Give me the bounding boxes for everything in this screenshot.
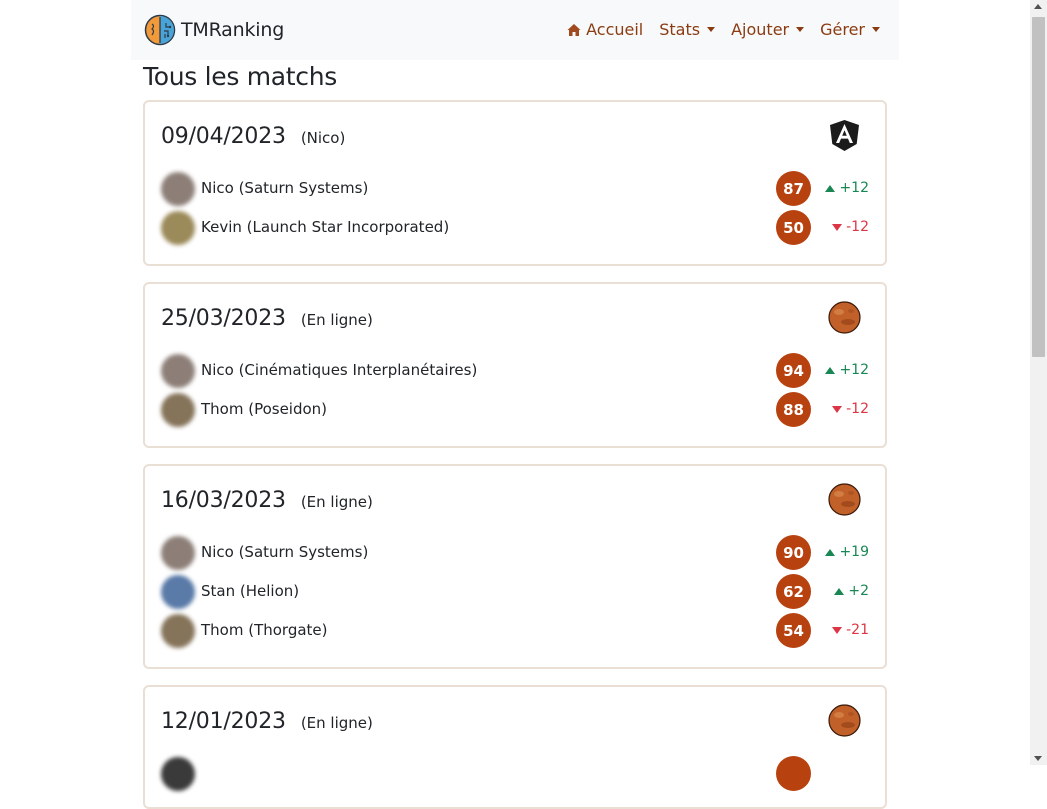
player-row: Kevin (Launch Star Incorporated) 50 -12 xyxy=(161,210,869,246)
player-row: Nico (Saturn Systems) 87 +12 xyxy=(161,171,869,207)
arrow-up-icon xyxy=(825,184,836,192)
player-name: Nico (Cinématiques Interplanétaires) xyxy=(201,361,478,379)
nav-add-label: Ajouter xyxy=(731,20,790,39)
score-badge: 94 xyxy=(776,353,811,388)
elo-delta: +12 xyxy=(817,362,869,378)
nav-stats-dropdown[interactable]: Stats xyxy=(659,20,716,39)
match-context: (Nico) xyxy=(300,129,346,147)
arrow-up-icon xyxy=(825,366,836,374)
scrollbar[interactable] xyxy=(1030,0,1047,765)
match-context: (En ligne) xyxy=(300,493,373,511)
mars-icon xyxy=(828,704,861,737)
avatar xyxy=(161,393,195,427)
nav-home-label: Accueil xyxy=(586,20,644,39)
match-header: 12/01/2023 (En ligne) xyxy=(161,709,373,734)
home-icon xyxy=(567,23,581,36)
elo-delta: -12 xyxy=(817,401,869,417)
player-row: Thom (Thorgate) 54 -21 xyxy=(161,613,869,649)
match-card[interactable]: 12/01/2023 (En ligne) xyxy=(143,685,887,809)
player-row xyxy=(161,756,869,792)
nav-manage-dropdown[interactable]: Gérer xyxy=(820,20,880,39)
match-date: 12/01/2023 xyxy=(161,709,286,734)
elo-delta: +19 xyxy=(817,544,869,560)
delta-value: -12 xyxy=(846,219,869,235)
player-name: Nico (Saturn Systems) xyxy=(201,179,369,197)
arrow-down-icon xyxy=(832,405,843,413)
player-row: Stan (Helion) 62 +2 xyxy=(161,574,869,610)
main-nav: Accueil Stats Ajouter Gérer xyxy=(567,20,880,39)
nav-add-dropdown[interactable]: Ajouter xyxy=(731,20,805,39)
player-name: Stan (Helion) xyxy=(201,582,300,600)
delta-value: +12 xyxy=(839,362,869,378)
delta-value: -21 xyxy=(846,622,869,638)
main-container: TMRanking Accueil Stats Ajouter Gérer To… xyxy=(131,0,899,809)
scroll-up-arrow-icon[interactable] xyxy=(1034,4,1042,9)
mars-icon xyxy=(828,301,861,334)
avatar xyxy=(161,172,195,206)
elo-delta: -21 xyxy=(817,622,869,638)
score-badge: 88 xyxy=(776,392,811,427)
player-row: Thom (Poseidon) 88 -12 xyxy=(161,392,869,428)
nav-home[interactable]: Accueil xyxy=(567,20,643,39)
player-name: Thom (Poseidon) xyxy=(201,400,328,418)
scroll-down-arrow-icon[interactable] xyxy=(1034,756,1042,761)
elo-delta: -12 xyxy=(817,219,869,235)
score-badge: 90 xyxy=(776,535,811,570)
caret-down-icon xyxy=(796,27,805,32)
arrow-up-icon xyxy=(825,548,836,556)
nav-stats-label: Stats xyxy=(659,20,701,39)
arrow-up-icon xyxy=(834,587,845,595)
caret-down-icon xyxy=(872,27,880,32)
avatar xyxy=(161,536,195,570)
elo-delta: +12 xyxy=(817,180,869,196)
match-date: 25/03/2023 xyxy=(161,306,286,331)
angular-icon xyxy=(830,120,859,151)
match-context: (En ligne) xyxy=(300,714,373,732)
mars-icon xyxy=(828,483,861,516)
avatar xyxy=(161,354,195,388)
score-badge: 54 xyxy=(776,613,811,648)
brain-logo-icon xyxy=(144,14,176,46)
match-card[interactable]: 25/03/2023 (En ligne) Nico (Cinématiques… xyxy=(143,282,887,448)
match-card[interactable]: 16/03/2023 (En ligne) Nico (Saturn Syste… xyxy=(143,464,887,669)
caret-down-icon xyxy=(707,27,716,32)
player-name: Kevin (Launch Star Incorporated) xyxy=(201,218,450,236)
brand-name: TMRanking xyxy=(181,19,285,41)
elo-delta: +2 xyxy=(817,583,869,599)
delta-value: +12 xyxy=(839,180,869,196)
score-badge: 62 xyxy=(776,574,811,609)
player-row: Nico (Saturn Systems) 90 +19 xyxy=(161,535,869,571)
match-date: 16/03/2023 xyxy=(161,488,286,513)
avatar xyxy=(161,575,195,609)
match-date: 09/04/2023 xyxy=(161,124,286,149)
scrollbar-thumb[interactable] xyxy=(1032,17,1045,357)
player-name: Nico (Saturn Systems) xyxy=(201,543,369,561)
avatar xyxy=(161,614,195,648)
score-badge: 50 xyxy=(776,210,811,245)
arrow-down-icon xyxy=(832,223,843,231)
navbar: TMRanking Accueil Stats Ajouter Gérer xyxy=(131,0,899,60)
match-header: 09/04/2023 (Nico) xyxy=(161,124,345,149)
avatar xyxy=(161,757,195,791)
score-badge: 87 xyxy=(776,171,811,206)
page-title: Tous les matchs xyxy=(143,62,338,91)
player-name: Thom (Thorgate) xyxy=(201,621,328,639)
match-header: 16/03/2023 (En ligne) xyxy=(161,488,373,513)
delta-value: +19 xyxy=(839,544,869,560)
delta-value: +2 xyxy=(848,583,869,599)
match-context: (En ligne) xyxy=(300,311,373,329)
brand-link[interactable]: TMRanking xyxy=(144,14,284,46)
nav-manage-label: Gérer xyxy=(820,20,865,39)
avatar xyxy=(161,211,195,245)
match-card[interactable]: 09/04/2023 (Nico) Nico (Saturn Systems) … xyxy=(143,100,887,266)
player-row: Nico (Cinématiques Interplanétaires) 94 … xyxy=(161,353,869,389)
delta-value: -12 xyxy=(846,401,869,417)
match-header: 25/03/2023 (En ligne) xyxy=(161,306,373,331)
arrow-down-icon xyxy=(832,626,843,634)
score-badge xyxy=(776,756,811,791)
